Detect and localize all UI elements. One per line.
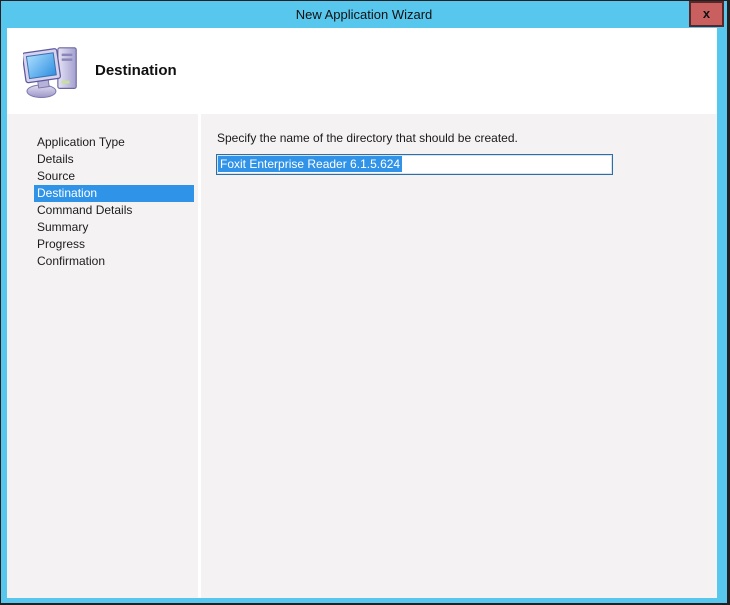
wizard-window: New Application Wizard x Destination App…	[1, 1, 727, 603]
sidebar-item-source[interactable]: Source	[34, 168, 194, 185]
sidebar-item-confirmation[interactable]: Confirmation	[34, 253, 194, 270]
sidebar-item-application-type[interactable]: Application Type	[34, 134, 194, 151]
window-title: New Application Wizard	[295, 7, 433, 22]
step-sidebar: Application Type Details Source Destinat…	[7, 114, 198, 598]
directory-name-input[interactable]: Foxit Enterprise Reader 6.1.5.624	[216, 154, 613, 175]
title-bar[interactable]: New Application Wizard x	[1, 1, 727, 28]
instruction-label: Specify the name of the directory that s…	[217, 131, 518, 145]
sidebar-item-details[interactable]: Details	[34, 151, 194, 168]
step-list: Application Type Details Source Destinat…	[7, 114, 198, 270]
sidebar-item-command-details[interactable]: Command Details	[34, 202, 194, 219]
close-button[interactable]: x	[689, 1, 724, 27]
close-icon: x	[702, 6, 711, 21]
screen: New Application Wizard x Destination App…	[0, 0, 730, 605]
sidebar-item-summary[interactable]: Summary	[34, 219, 194, 236]
computer-icon	[21, 43, 85, 99]
page-title: Destination	[95, 62, 177, 79]
sidebar-item-progress[interactable]: Progress	[34, 236, 194, 253]
wizard-header: Destination	[7, 28, 717, 114]
destination-page: Specify the name of the directory that s…	[201, 114, 717, 598]
sidebar-item-destination[interactable]: Destination	[34, 185, 194, 202]
window-body: Destination Application Type Details Sou…	[7, 28, 717, 598]
wizard-panels: Application Type Details Source Destinat…	[7, 114, 717, 598]
selected-input-text: Foxit Enterprise Reader 6.1.5.624	[218, 156, 403, 172]
